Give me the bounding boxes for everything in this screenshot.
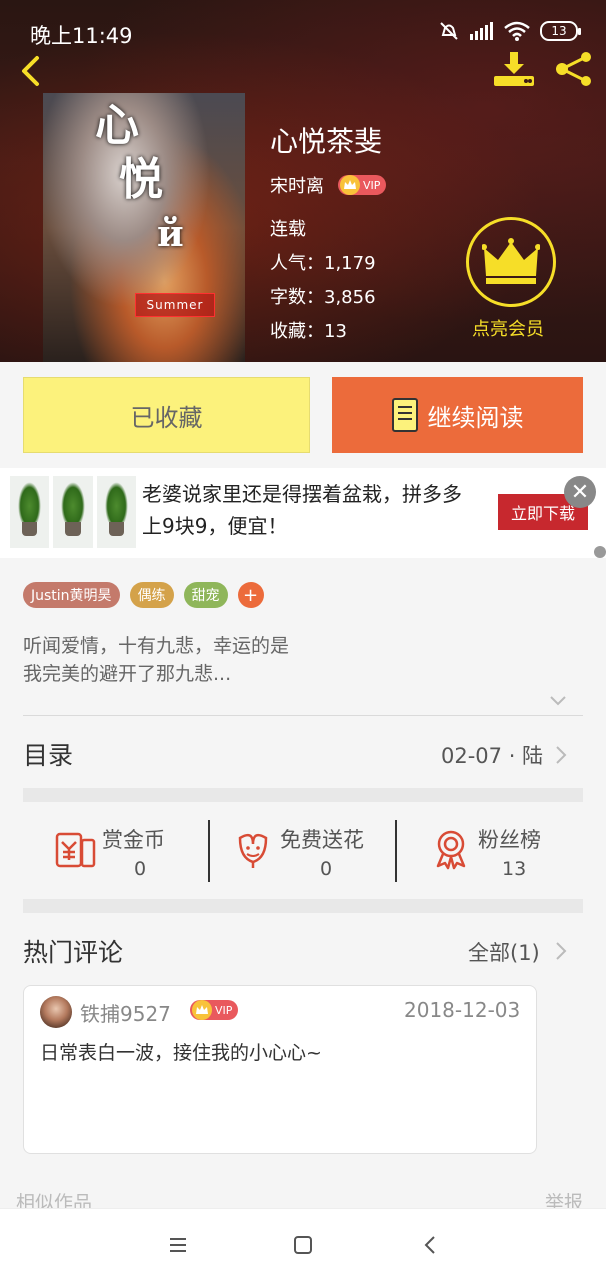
- divider: [208, 820, 210, 882]
- home-icon[interactable]: [289, 1231, 317, 1259]
- vip-text: VIP: [363, 178, 381, 192]
- chevron-right-icon[interactable]: [554, 939, 568, 963]
- stat-value: 0: [320, 858, 333, 880]
- comment-date: 2018-12-03: [404, 998, 521, 1022]
- stat-label: 赏金币: [102, 828, 165, 852]
- plant-image: [96, 476, 136, 548]
- divider: [23, 715, 583, 716]
- flower-icon: [238, 833, 268, 868]
- avatar[interactable]: [40, 996, 72, 1028]
- popularity: 人气：1,179: [270, 253, 376, 274]
- plant-image: [53, 476, 93, 548]
- book-description[interactable]: 听闻爱情，十有九悲，幸运的是 我完美的避开了那九悲...: [23, 632, 563, 688]
- latest-chapter[interactable]: 02-07 · 陆: [441, 740, 543, 770]
- battery-level: 13: [551, 24, 567, 38]
- mute-icon: [440, 22, 458, 40]
- coin-envelope-icon: [55, 832, 96, 868]
- section-band: [23, 899, 583, 913]
- crown-icon: [340, 175, 360, 195]
- medal-icon: [436, 830, 466, 870]
- stat-label: 免费送花: [280, 828, 364, 852]
- collected-button[interactable]: 已收藏: [23, 377, 310, 453]
- chevron-down-icon[interactable]: [548, 690, 568, 710]
- hot-comments-label: 热门评论: [23, 938, 124, 967]
- book-cover[interactable]: 心 悦 й Summer: [43, 93, 245, 362]
- comment-username[interactable]: 铁捕9527: [80, 998, 171, 1027]
- crown-icon: [192, 1000, 212, 1020]
- vip-badge: VIP: [190, 1000, 239, 1020]
- continue-reading-button[interactable]: 继续阅读: [332, 377, 583, 453]
- author-row: 宋时离 VIP: [270, 172, 387, 198]
- vip-text: VIP: [215, 1003, 233, 1017]
- crown-icon: [482, 238, 540, 284]
- comment-text: 日常表白一波，接住我的小心心~: [40, 1042, 322, 1064]
- section-band: [23, 788, 583, 802]
- status-icons: 13: [438, 20, 581, 42]
- cover-tag: Summer: [135, 293, 215, 317]
- reward-coins[interactable]: 赏金币 0: [54, 818, 194, 884]
- tag-item[interactable]: Justin黄明昊: [23, 582, 120, 608]
- word-count: 字数：3,856: [270, 287, 376, 308]
- back-nav-icon[interactable]: [417, 1231, 445, 1259]
- cover-char-3: й: [157, 213, 184, 255]
- member-label[interactable]: 点亮会员: [472, 315, 544, 341]
- cover-char-2: 悦: [119, 154, 163, 205]
- cover-title: 心 悦 й: [95, 99, 184, 261]
- serial-status: 连载: [270, 219, 306, 240]
- vip-badge: VIP: [338, 175, 387, 195]
- favorites-count: 收藏：13: [270, 321, 347, 342]
- book-icon: [391, 398, 418, 432]
- catalog-label[interactable]: 目录: [23, 736, 73, 772]
- book-title: 心悦茶斐: [270, 125, 383, 158]
- ad-mark-icon: [594, 546, 606, 558]
- share-icon[interactable]: [552, 50, 596, 88]
- chevron-right-icon[interactable]: [554, 743, 568, 767]
- status-time: 晚上11:49: [30, 24, 133, 48]
- continue-reading-label: 继续阅读: [427, 403, 524, 432]
- navigation-bar: [0, 1208, 606, 1280]
- send-flowers[interactable]: 免费送花 0: [232, 818, 382, 884]
- stat-label: 粉丝榜: [478, 828, 541, 852]
- signal-icon: [470, 22, 493, 40]
- add-tag-button[interactable]: +: [237, 582, 264, 608]
- author-name[interactable]: 宋时离: [270, 172, 324, 198]
- stat-value: 13: [502, 858, 527, 880]
- menu-icon[interactable]: [164, 1231, 192, 1259]
- ad-text: 老婆说家里还是得摆着盆栽，拼多多上9块9，便宜！: [142, 482, 462, 538]
- comment-card[interactable]: 铁捕9527 VIP 2018-12-03 日常表白一波，接住我的小心心~: [23, 985, 537, 1154]
- description-line: 听闻爱情，十有九悲，幸运的是: [23, 635, 290, 657]
- description-line: 我完美的避开了那九悲...: [23, 663, 232, 685]
- stat-value: 0: [134, 858, 147, 880]
- battery-icon: 13: [540, 21, 581, 41]
- ad-image: [10, 476, 136, 548]
- back-icon[interactable]: [14, 54, 48, 88]
- fan-ranking[interactable]: 粉丝榜 13: [430, 818, 560, 884]
- wifi-icon: [504, 21, 530, 41]
- tag-list: Justin黄明昊 偶练 甜宠 +: [23, 582, 264, 608]
- tag-item[interactable]: 甜宠: [183, 582, 228, 608]
- collected-label: 已收藏: [130, 403, 203, 432]
- divider: [395, 820, 397, 882]
- tag-item[interactable]: 偶练: [129, 582, 174, 608]
- plant-image: [10, 476, 50, 548]
- all-comments-link[interactable]: 全部(1): [468, 937, 540, 967]
- book-header: 晚上11:49 13 心 悦 й Summer 心悦茶斐 宋时离 VIP 连载 …: [0, 0, 606, 362]
- member-button[interactable]: [466, 217, 556, 307]
- cover-char-1: 心: [95, 100, 139, 151]
- close-icon[interactable]: ✕: [564, 476, 596, 508]
- download-icon[interactable]: [492, 50, 536, 88]
